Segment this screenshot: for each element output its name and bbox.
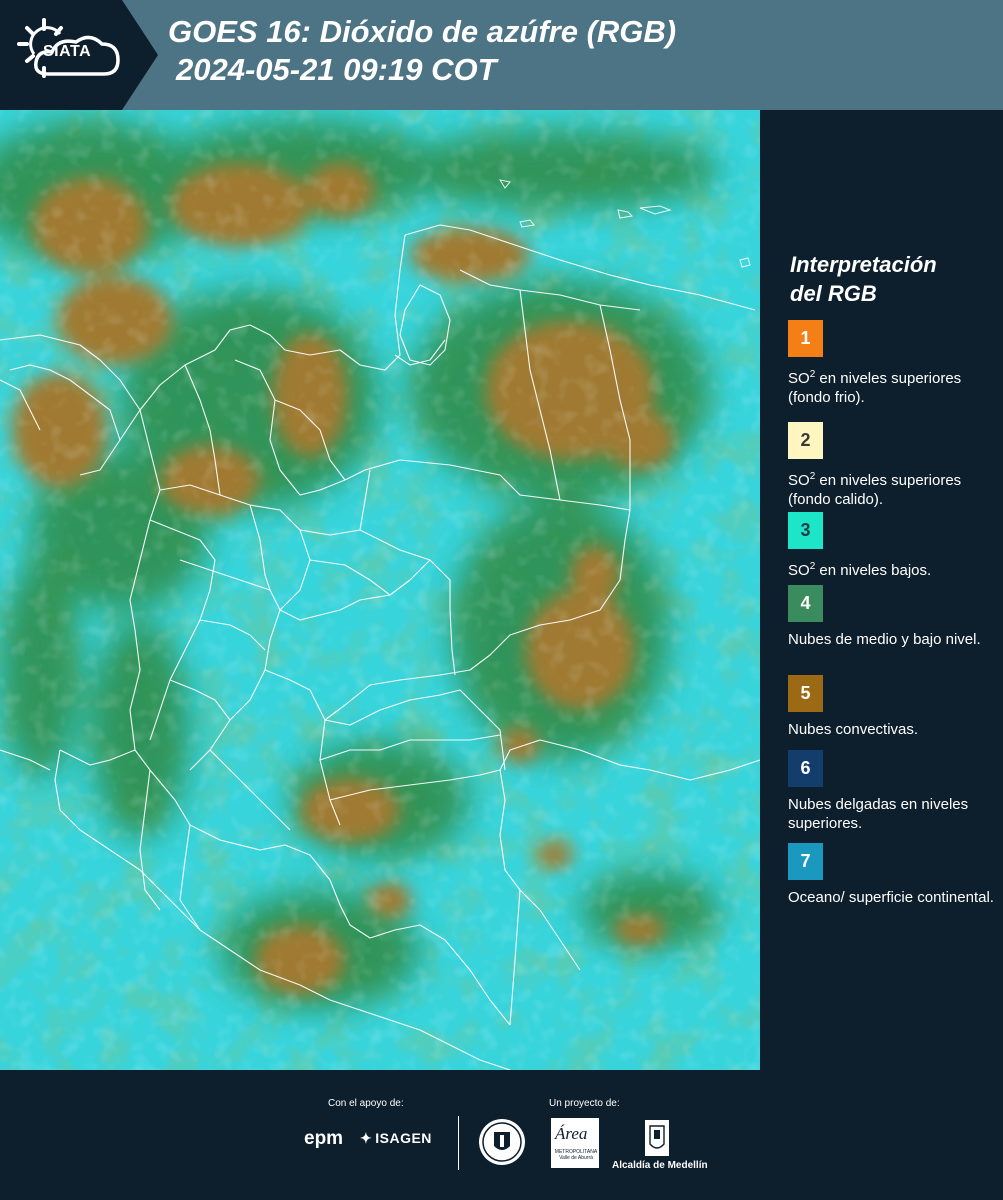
legend-desc-text: Nubes convectivas. (788, 721, 919, 738)
footer: Con el apoyo de: Un proyecto de: epm ✦ IS… (0, 1070, 1003, 1200)
alcaldia-shield-icon (645, 1120, 669, 1156)
legend-item: 5 Nubes convectivas. (788, 675, 998, 739)
legend-desc-text: Oceano/ superficie continental. (788, 889, 994, 906)
legend-item: 3 SO2 en niveles bajos. (788, 512, 998, 580)
legend-desc-prefix: SO (788, 370, 810, 387)
legend-item: 1 SO2 en niveles superiores (fondo frio). (788, 320, 998, 407)
legend-description: SO2 en niveles superiores (fondo frio). (788, 365, 998, 407)
legend-swatch: 7 (788, 843, 823, 880)
legend-description: Oceano/ superficie continental. (788, 888, 998, 907)
satellite-map[interactable] (0, 110, 760, 1070)
legend-desc-text: Nubes de medio y bajo nivel. (788, 631, 981, 648)
page-title: GOES 16: Dióxido de azúfre (RGB) (168, 14, 677, 49)
legend-description: SO2 en niveles bajos. (788, 557, 998, 580)
legend-description: Nubes delgadas en niveles superiores. (788, 795, 998, 833)
legend-swatch: 4 (788, 585, 823, 622)
legend-title-line2: del RGB (790, 281, 877, 306)
satellite-rgb-image (0, 110, 760, 1070)
legend-title-line1: Interpretación (790, 252, 937, 277)
metro-word: Área (555, 1124, 588, 1143)
header-bar: SIATA GOES 16: Dióxido de azúfre (RGB) 2… (0, 0, 1003, 110)
timestamp: 2024-05-21 09:19 COT (176, 52, 497, 87)
alcaldia-label: Alcaldía de Medellín (612, 1160, 708, 1171)
legend-desc-prefix: SO (788, 472, 810, 489)
university-seal-icon (479, 1119, 525, 1165)
logo-wordmark: SIATA (43, 43, 92, 60)
isagen-logo: ✦ ISAGEN (360, 1130, 432, 1147)
legend-desc-text: Nubes delgadas en niveles superiores. (788, 796, 969, 832)
isagen-mark-icon: ✦ (360, 1130, 373, 1146)
legend-description: SO2 en niveles superiores (fondo calido)… (788, 467, 998, 509)
legend-swatch: 1 (788, 320, 823, 357)
metro-sub: METROPOLITANA Valle de Aburrá (554, 1149, 598, 1161)
legend-description: Nubes convectivas. (788, 720, 998, 739)
epm-logo: epm (304, 1128, 344, 1149)
legend-item: 7 Oceano/ superficie continental. (788, 843, 998, 907)
legend-desc-prefix: SO (788, 562, 810, 579)
legend-item: 2 SO2 en niveles superiores (fondo calido… (788, 422, 998, 509)
legend-swatch: 2 (788, 422, 823, 459)
legend-item: 4 Nubes de medio y bajo nivel. (788, 585, 998, 649)
isagen-label: ISAGEN (375, 1130, 432, 1146)
legend-item: 6 Nubes delgadas en niveles superiores. (788, 750, 998, 833)
project-label: Un proyecto de: (549, 1098, 620, 1109)
legend-description: Nubes de medio y bajo nivel. (788, 630, 998, 649)
legend-desc-text: en niveles bajos. (815, 562, 932, 579)
footer-divider (458, 1116, 459, 1170)
legend-swatch: 6 (788, 750, 823, 787)
legend-title: Interpretación del RGB (790, 250, 990, 308)
legend-panel: Interpretación del RGB 1 SO2 en niveles s… (760, 110, 1003, 1070)
support-label: Con el apoyo de: (328, 1098, 404, 1109)
legend-swatch: 5 (788, 675, 823, 712)
area-metropolitana-logo: Área METROPOLITANA Valle de Aburrá (551, 1118, 599, 1168)
legend-swatch: 3 (788, 512, 823, 549)
